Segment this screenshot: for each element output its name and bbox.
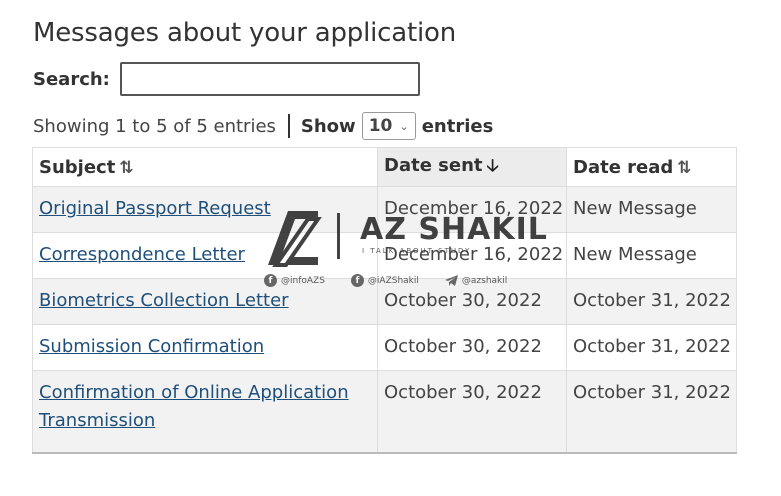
date-sent-cell: October 30, 2022 bbox=[377, 370, 567, 454]
table-row: Submission Confirmation October 30, 2022… bbox=[32, 324, 737, 371]
subject-cell: Correspondence Letter bbox=[32, 232, 378, 279]
sort-both-icon: ⇅ bbox=[677, 157, 692, 178]
date-sent-header-label: Date sent bbox=[384, 154, 483, 176]
search-label: Search: bbox=[33, 68, 110, 90]
search-input[interactable] bbox=[119, 62, 420, 96]
divider bbox=[287, 114, 290, 138]
date-read-cell: New Message bbox=[566, 232, 737, 279]
subject-cell: Confirmation of Online Application Trans… bbox=[32, 370, 378, 454]
subject-column-header[interactable]: Subject ⇅ bbox=[32, 147, 378, 187]
messages-table: Subject ⇅ Date sent 🡣 Date read ⇅ Original … bbox=[32, 147, 737, 454]
message-link[interactable]: Biometrics Collection Letter bbox=[39, 290, 289, 311]
page-title: Messages about your application bbox=[33, 18, 456, 48]
chevron-down-icon: ⌄ bbox=[399, 119, 409, 133]
table-header-row: Subject ⇅ Date sent 🡣 Date read ⇅ bbox=[32, 147, 737, 187]
date-sent-column-header[interactable]: Date sent 🡣 bbox=[377, 147, 567, 187]
date-read-cell: October 31, 2022 bbox=[566, 278, 737, 325]
table-row: Confirmation of Online Application Trans… bbox=[32, 370, 737, 454]
subject-cell: Biometrics Collection Letter bbox=[32, 278, 378, 325]
message-link[interactable]: Confirmation of Online Application Trans… bbox=[39, 382, 349, 431]
date-sent-cell: October 30, 2022 bbox=[377, 278, 567, 325]
date-read-header-label: Date read bbox=[573, 156, 674, 178]
sort-both-icon: ⇅ bbox=[119, 157, 134, 178]
entries-label: entries bbox=[421, 115, 494, 137]
subject-cell: Original Passport Request bbox=[32, 186, 378, 233]
table-info-row: Showing 1 to 5 of 5 entries Show 10 ⌄ en… bbox=[33, 112, 493, 140]
search-row: Search: bbox=[33, 62, 420, 96]
table-row: Original Passport Request December 16, 2… bbox=[32, 186, 737, 233]
page-size-select[interactable]: 10 ⌄ bbox=[361, 112, 416, 140]
message-link[interactable]: Original Passport Request bbox=[39, 198, 271, 219]
message-link[interactable]: Correspondence Letter bbox=[39, 244, 245, 265]
date-read-column-header[interactable]: Date read ⇅ bbox=[566, 147, 737, 187]
message-link[interactable]: Submission Confirmation bbox=[39, 336, 264, 357]
page-size-value: 10 bbox=[368, 116, 393, 136]
table-row: Correspondence Letter December 16, 2022 … bbox=[32, 232, 737, 279]
date-read-cell: October 31, 2022 bbox=[566, 370, 737, 454]
subject-header-label: Subject bbox=[39, 156, 116, 178]
entries-info: Showing 1 to 5 of 5 entries bbox=[33, 115, 276, 137]
show-label: Show bbox=[300, 115, 356, 137]
date-read-cell: New Message bbox=[566, 186, 737, 233]
date-sent-cell: December 16, 2022 bbox=[377, 186, 567, 233]
subject-cell: Submission Confirmation bbox=[32, 324, 378, 371]
arrow-down-icon: 🡣 bbox=[486, 155, 499, 176]
date-sent-cell: October 30, 2022 bbox=[377, 324, 567, 371]
table-row: Biometrics Collection Letter October 30,… bbox=[32, 278, 737, 325]
messages-page: Messages about your application Search: … bbox=[0, 0, 781, 496]
date-sent-cell: December 16, 2022 bbox=[377, 232, 567, 279]
date-read-cell: October 31, 2022 bbox=[566, 324, 737, 371]
